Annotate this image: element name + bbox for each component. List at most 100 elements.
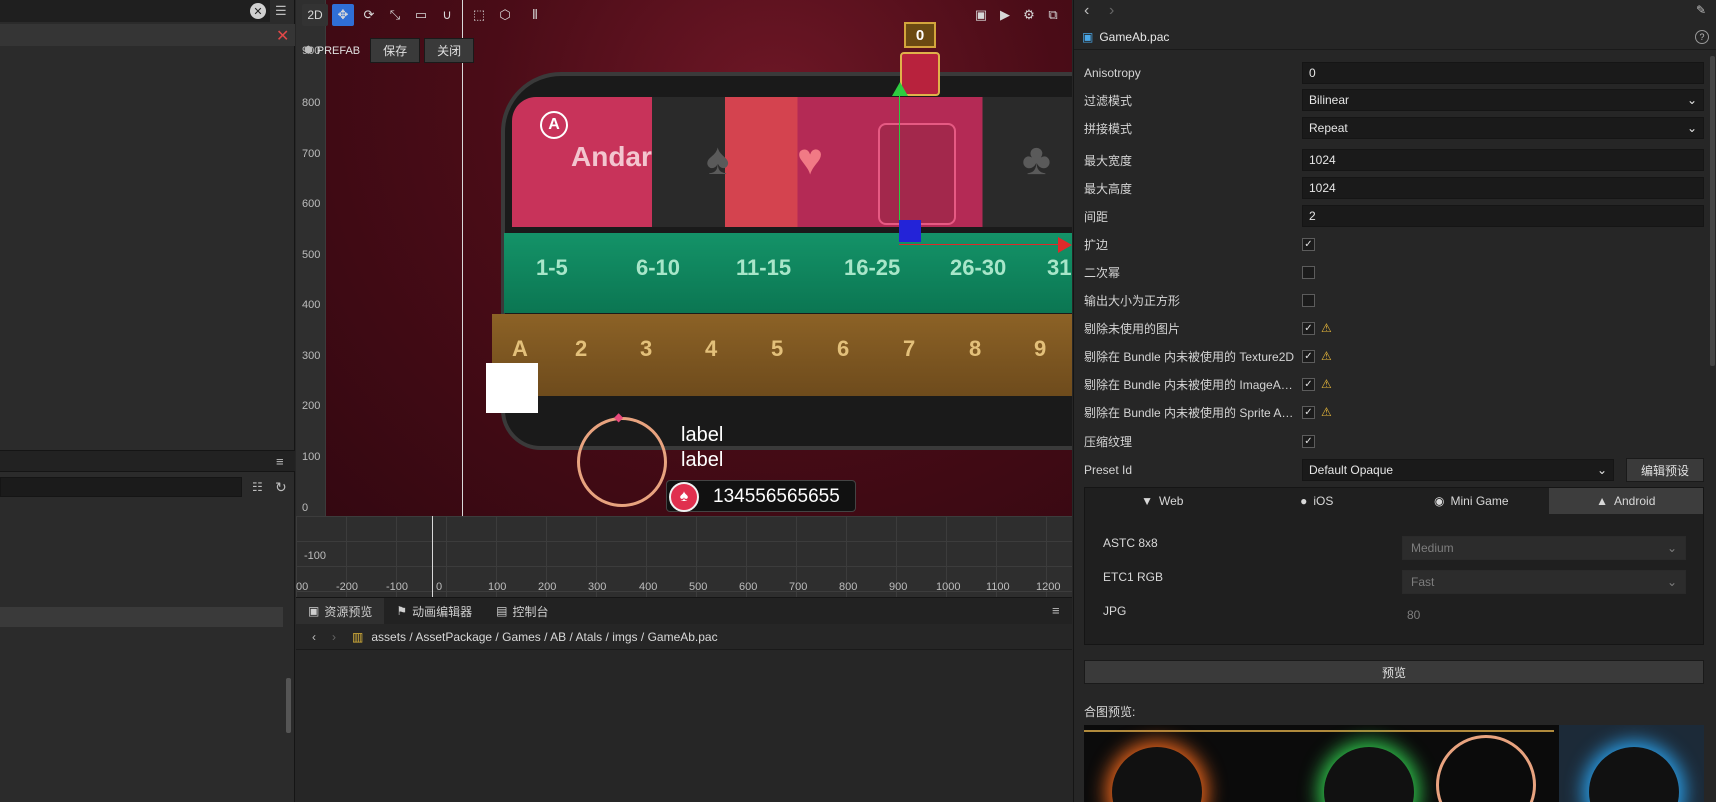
forward-icon[interactable]: › <box>1109 2 1114 20</box>
breadcrumb-item[interactable]: AssetPackage <box>415 630 492 644</box>
tab-asset-preview[interactable]: ▣ 资源预览 <box>296 598 385 624</box>
search-bar[interactable]: ✕ <box>0 0 270 22</box>
clear-search-icon[interactable]: ✕ <box>250 3 266 19</box>
gizmo-x-arrow[interactable] <box>1058 237 1072 253</box>
max-width-row: 最大宽度 1024 <box>1084 148 1704 172</box>
selected-asset-row[interactable] <box>0 607 283 627</box>
breadcrumb-item[interactable]: Atals <box>576 630 603 644</box>
breadcrumb-item[interactable]: GameAb.pac <box>648 630 718 644</box>
tab-android[interactable]: ▲ Android <box>1548 488 1703 514</box>
tab-mini-game[interactable]: ◉ Mini Game <box>1394 488 1549 514</box>
breadcrumb-item[interactable]: assets <box>371 630 406 644</box>
mode-2d-button[interactable]: 2D <box>302 4 328 26</box>
rank-cell[interactable]: 8 <box>969 336 981 362</box>
edit-preset-button[interactable]: 编辑预设 <box>1626 458 1704 482</box>
remove-texture2d-checkbox[interactable]: ✓ <box>1302 349 1315 363</box>
rotate-tool-icon[interactable]: ⟳ <box>358 4 380 26</box>
move-tool-icon[interactable]: ✥ <box>332 4 354 26</box>
rank-cell[interactable]: 6 <box>837 336 849 362</box>
range-cell[interactable]: 1-5 <box>536 255 568 281</box>
gizmo-y-axis[interactable] <box>899 95 900 236</box>
max-height-input[interactable]: 1024 <box>1302 177 1704 199</box>
save-button[interactable]: 保存 <box>370 38 421 63</box>
transform-space-icon[interactable]: ⬚ <box>468 4 490 26</box>
chips-value: 134556565655 <box>713 486 840 507</box>
rank-cell[interactable]: 4 <box>705 336 717 362</box>
atlas-sprite-orange-glow <box>1112 747 1202 802</box>
range-cell[interactable]: 6-10 <box>636 255 680 281</box>
compress-checkbox[interactable]: ✓ <box>1302 434 1315 448</box>
range-cell[interactable]: 16-25 <box>844 255 900 281</box>
magnet-icon[interactable]: ∪ <box>436 4 458 26</box>
max-width-input[interactable]: 1024 <box>1302 149 1704 171</box>
remove-imageasset-checkbox[interactable]: ✓ <box>1302 377 1315 391</box>
resolution-icon[interactable]: ⧉ <box>1042 4 1064 26</box>
inspector-scrollbar[interactable] <box>1710 56 1715 366</box>
white-sprite[interactable] <box>486 363 538 413</box>
range-cell[interactable]: 11-15 <box>736 255 791 281</box>
gizmo-toggle-icon[interactable]: ▣ <box>970 4 992 26</box>
avatar-frame[interactable] <box>577 417 667 507</box>
menu-icon[interactable]: ≡ <box>1052 603 1060 618</box>
close-icon[interactable]: ✕ <box>276 26 289 46</box>
tab-label: iOS <box>1313 494 1334 508</box>
rank-cell[interactable]: 5 <box>771 336 783 362</box>
scene-view[interactable]: 900 800 700 600 500 400 300 200 100 0 A … <box>296 0 1072 597</box>
etc1-quality-select[interactable]: Fast ⌄ <box>1402 570 1686 594</box>
remove-unused-checkbox[interactable]: ✓ <box>1302 321 1315 335</box>
close-prefab-button[interactable]: 关闭 <box>424 38 475 63</box>
asset-search-input[interactable] <box>0 477 242 497</box>
back-icon[interactable]: ‹ <box>306 630 322 644</box>
breadcrumb-item[interactable]: Games <box>502 630 541 644</box>
scale-tool-icon[interactable]: ⤡ <box>384 4 406 26</box>
list-options-icon[interactable]: ☰ <box>275 3 287 19</box>
range-cell[interactable]: 31 <box>1047 255 1071 281</box>
tab-web[interactable]: ▼ Web <box>1085 488 1240 514</box>
pin-icon[interactable]: ✎ <box>1696 3 1706 17</box>
game-canvas[interactable]: A Andar ♠ ♥ ♣ 1-5 6-10 11-15 16-25 26-30… <box>326 0 1072 516</box>
camera-icon[interactable]: ▶ <box>994 4 1016 26</box>
breadcrumb-item[interactable]: imgs <box>612 630 637 644</box>
power-of-two-checkbox[interactable] <box>1302 265 1315 279</box>
apple-icon: ● <box>1300 494 1308 508</box>
rank-cell[interactable]: A <box>512 336 528 362</box>
rank-cell[interactable]: 7 <box>903 336 915 362</box>
selected-row[interactable]: ✕ <box>0 24 295 46</box>
rank-cell[interactable]: 2 <box>575 336 587 362</box>
sort-icon[interactable]: ☷ <box>252 480 263 494</box>
align-icon[interactable]: ⫴ <box>524 4 546 26</box>
tab-animation-editor[interactable]: ⚑ 动画编辑器 <box>384 598 484 624</box>
padding-input[interactable]: 2 <box>1302 205 1704 227</box>
remove-spriteatlas-checkbox[interactable]: ✓ <box>1302 405 1315 419</box>
settings-icon[interactable]: ⚙ <box>1018 4 1040 26</box>
format-name: ASTC 8x8 <box>1103 536 1158 550</box>
refresh-icon[interactable]: ↻ <box>275 479 287 496</box>
rank-cell[interactable]: 9 <box>1034 336 1046 362</box>
scrollbar[interactable] <box>286 678 291 733</box>
back-icon[interactable]: ‹ <box>1084 2 1089 20</box>
gizmo-center[interactable] <box>899 220 921 242</box>
help-icon[interactable]: ? <box>1695 30 1709 44</box>
rect-tool-icon[interactable]: ▭ <box>410 4 432 26</box>
gizmo-y-arrow[interactable] <box>892 82 908 96</box>
tab-console[interactable]: ▤ 控制台 <box>484 598 560 624</box>
tab-ios[interactable]: ● iOS <box>1240 488 1395 514</box>
anisotropy-input[interactable]: 0 <box>1302 62 1704 84</box>
menu-icon[interactable]: ≡ <box>276 454 284 469</box>
jpg-quality-input[interactable]: 80 <box>1407 608 1420 622</box>
rank-cell[interactable]: 3 <box>640 336 652 362</box>
square-checkbox[interactable] <box>1302 293 1315 307</box>
forward-icon[interactable]: › <box>326 630 342 644</box>
scene-right-toolbar: ▣ ▶ ⚙ ⧉ <box>970 4 1064 26</box>
breadcrumb-item[interactable]: AB <box>550 630 566 644</box>
wrap-select[interactable]: Repeat ⌄ <box>1302 117 1704 139</box>
card-slot[interactable] <box>878 123 956 225</box>
range-cell[interactable]: 26-30 <box>950 255 1006 281</box>
astc-quality-select[interactable]: Medium ⌄ <box>1402 536 1686 560</box>
filter-select[interactable]: Bilinear ⌄ <box>1302 89 1704 111</box>
gizmo-x-axis[interactable] <box>899 244 1059 245</box>
preview-button[interactable]: 预览 <box>1084 660 1704 684</box>
pivot-icon[interactable]: ⬡ <box>494 4 516 26</box>
preset-select[interactable]: Default Opaque ⌄ <box>1302 459 1614 481</box>
extrude-checkbox[interactable]: ✓ <box>1302 237 1315 251</box>
